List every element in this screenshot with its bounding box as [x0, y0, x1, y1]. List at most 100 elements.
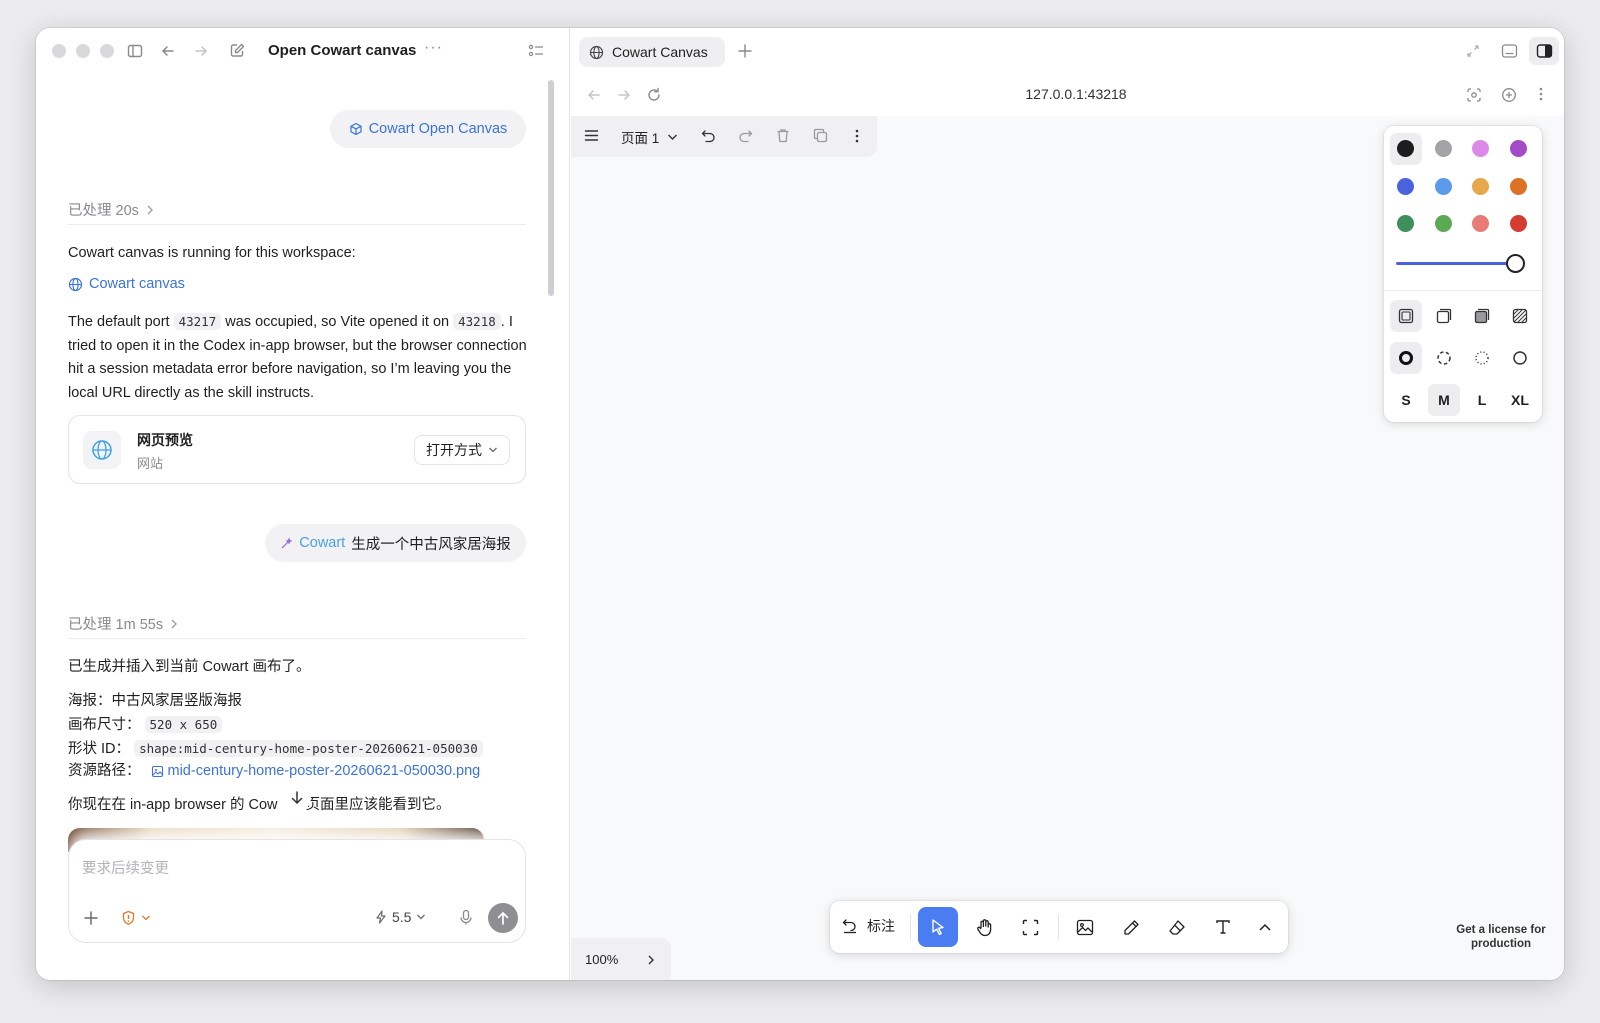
port-code-new: 43218 — [453, 313, 501, 330]
dash-dashed-button[interactable] — [1428, 342, 1460, 374]
size-m-button[interactable]: M — [1428, 384, 1460, 416]
poster-label: 海报： — [68, 693, 112, 709]
scroll-down-button[interactable] — [283, 784, 311, 812]
toolbar-divider — [1058, 914, 1059, 940]
opacity-slider-thumb[interactable] — [1506, 254, 1525, 273]
forward-arrow-icon[interactable] — [193, 43, 209, 59]
more-vertical-icon[interactable] — [855, 129, 859, 146]
frame-tool[interactable] — [1010, 907, 1050, 947]
zoom-window-button[interactable] — [100, 44, 114, 58]
fill-semi-button[interactable] — [1428, 300, 1460, 332]
web-preview-card[interactable]: 网页预览 网站 打开方式 — [68, 415, 526, 484]
user-message-text: 生成一个中古风家居海报 — [351, 536, 511, 553]
dash-dotted-button[interactable] — [1466, 342, 1498, 374]
text-icon — [1216, 920, 1230, 934]
task-list-icon[interactable] — [528, 43, 545, 59]
asset-row: 资源路径： mid-century-home-poster-20260621-0… — [68, 760, 480, 784]
model-dropdown[interactable]: 5.5 — [375, 909, 426, 925]
plus-icon[interactable] — [83, 910, 99, 929]
close-window-button[interactable] — [52, 44, 66, 58]
new-tab-icon[interactable] — [737, 43, 753, 62]
duplicate-icon[interactable] — [813, 128, 828, 146]
text-tool[interactable] — [1203, 907, 1243, 947]
trash-icon[interactable] — [776, 128, 790, 146]
fill-solid-icon — [1474, 308, 1490, 324]
split-view-button[interactable] — [1529, 37, 1559, 65]
pencil-tool[interactable] — [1111, 907, 1151, 947]
fill-none-icon — [1398, 308, 1414, 324]
color-swatch[interactable] — [1472, 140, 1489, 157]
fill-semi-icon — [1436, 308, 1452, 324]
chevron-down-icon — [489, 447, 497, 453]
permission-dropdown[interactable] — [121, 910, 151, 926]
color-swatch[interactable] — [1434, 177, 1452, 195]
back-arrow-icon[interactable] — [160, 43, 176, 59]
style-panel: S M L XL — [1384, 126, 1542, 422]
dash-solid-button[interactable] — [1504, 342, 1536, 374]
sidebar-toggle-icon[interactable] — [127, 43, 143, 59]
preview-subtitle: 网站 — [137, 456, 164, 471]
more-tools-button[interactable] — [1245, 907, 1285, 947]
size-l-button[interactable]: L — [1466, 384, 1498, 416]
annotate-button[interactable]: 标注 — [842, 916, 895, 936]
hand-tool[interactable] — [964, 907, 1004, 947]
minimize-window-button[interactable] — [76, 44, 90, 58]
fill-none-button[interactable] — [1390, 300, 1422, 332]
processed-toggle-1[interactable]: 已处理 20s — [68, 199, 155, 220]
tab-title: Cowart Canvas — [612, 44, 708, 60]
color-swatch[interactable] — [1509, 140, 1527, 157]
menu-icon[interactable] — [584, 129, 599, 145]
composer-input[interactable]: 要求后续变更 — [82, 857, 169, 878]
size-xl-button[interactable]: XL — [1504, 384, 1536, 416]
chat-scrollbar[interactable] — [548, 80, 554, 296]
color-swatch[interactable] — [1434, 140, 1452, 157]
screenshot-icon[interactable] — [1466, 87, 1482, 106]
processed-toggle-2[interactable]: 已处理 1m 55s — [68, 613, 179, 634]
microphone-icon[interactable] — [459, 909, 473, 929]
color-swatch[interactable] — [1397, 140, 1414, 157]
fill-pattern-button[interactable] — [1504, 300, 1536, 332]
reload-icon[interactable] — [646, 87, 662, 106]
canvas-link[interactable]: Cowart canvas — [68, 276, 185, 292]
lightning-icon — [376, 910, 386, 924]
expand-icon[interactable] — [1466, 44, 1480, 61]
forward-arrow-icon[interactable] — [616, 87, 632, 106]
add-to-chat-icon[interactable] — [1501, 87, 1517, 106]
color-swatch[interactable] — [1397, 215, 1414, 232]
new-chat-icon[interactable] — [229, 42, 246, 59]
processed-label-1: 已处理 20s — [68, 203, 139, 219]
size-s-button[interactable]: S — [1390, 384, 1422, 416]
annotate-label: 标注 — [867, 918, 895, 934]
address-bar[interactable]: 127.0.0.1:43218 — [951, 86, 1201, 102]
undo-icon[interactable] — [701, 129, 716, 146]
more-options-icon[interactable]: ··· — [424, 39, 443, 57]
skill-chip[interactable]: Cowart Open Canvas — [330, 110, 526, 148]
bottom-panel-icon[interactable] — [1501, 43, 1518, 62]
fill-pattern-icon — [1512, 308, 1528, 324]
send-button[interactable] — [488, 903, 518, 933]
size-value: 520 x 650 — [144, 716, 223, 733]
fill-solid-button[interactable] — [1466, 300, 1498, 332]
chevron-right-icon[interactable] — [647, 953, 655, 969]
browser-tab[interactable]: Cowart Canvas — [579, 37, 725, 67]
asset-link[interactable]: mid-century-home-poster-20260621-050030.… — [168, 760, 481, 784]
opacity-slider-track[interactable] — [1396, 262, 1516, 265]
color-swatch[interactable] — [1397, 177, 1414, 195]
color-swatch[interactable] — [1509, 177, 1527, 195]
color-swatch[interactable] — [1434, 215, 1452, 232]
color-swatch[interactable] — [1472, 177, 1489, 195]
canvas-area[interactable]: 页面 1 S M L XL 100% 标注 Get a license for … — [571, 116, 1564, 980]
redo-icon[interactable] — [738, 129, 753, 146]
image-tool[interactable] — [1065, 907, 1105, 947]
dash-draw-button[interactable] — [1390, 342, 1422, 374]
license-link[interactable]: Get a license for production — [1446, 923, 1556, 951]
kebab-menu-icon[interactable] — [1539, 86, 1543, 105]
zoom-level[interactable]: 100% — [585, 952, 618, 967]
open-with-dropdown[interactable]: 打开方式 — [414, 435, 510, 465]
page-selector[interactable]: 页面 1 — [621, 127, 678, 147]
eraser-tool[interactable] — [1157, 907, 1197, 947]
color-swatch[interactable] — [1509, 215, 1527, 232]
color-swatch[interactable] — [1472, 215, 1489, 232]
back-arrow-icon[interactable] — [586, 87, 602, 106]
select-tool[interactable] — [918, 907, 958, 947]
